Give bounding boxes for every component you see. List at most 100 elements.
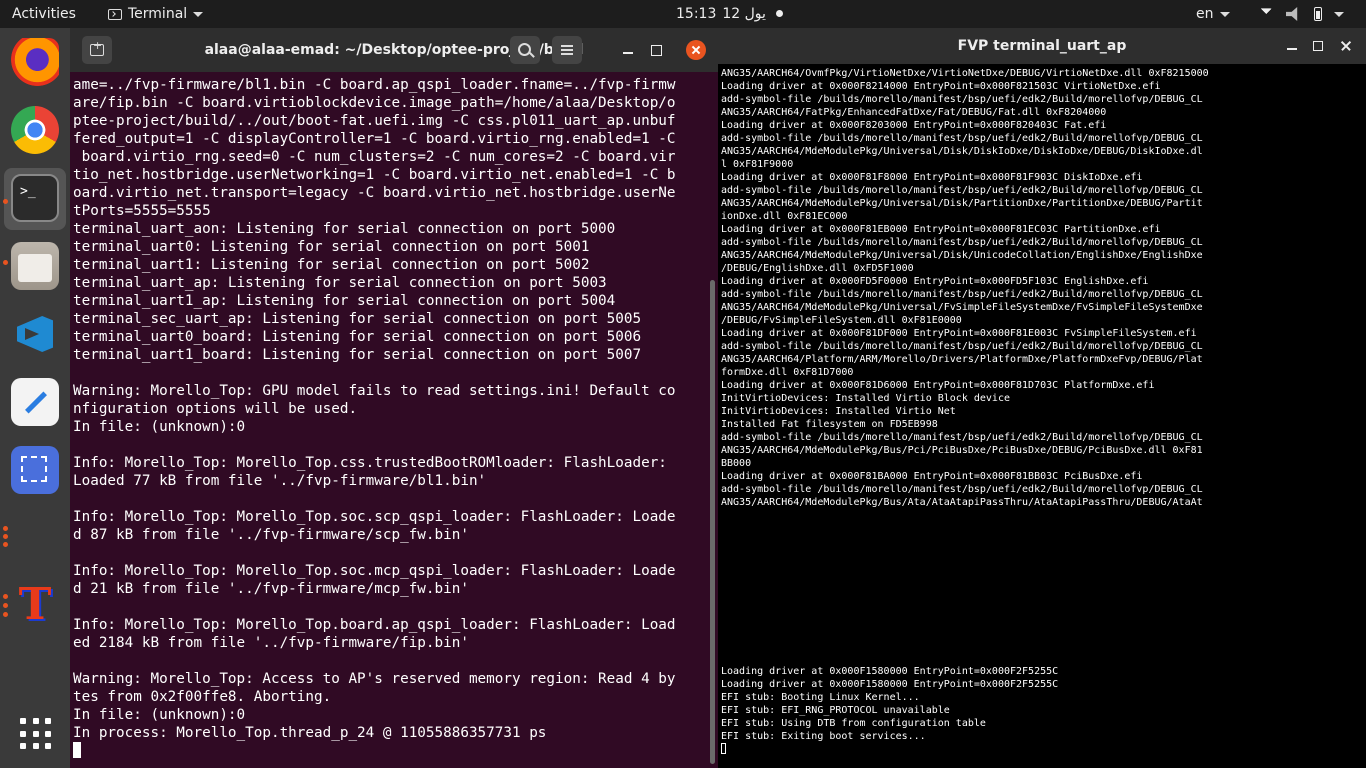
output-line: ANG35/AARCH64/FatPkg/EnhancedFatDxe/Fat/… [721,107,1107,118]
firefox-icon[interactable] [11,38,59,86]
output-line: Info: Morello_Top: Morello_Top.soc.mcp_q… [73,563,676,579]
minimize-button[interactable] [618,40,638,60]
text-editor-icon[interactable] [11,378,59,426]
search-button[interactable] [510,36,540,64]
running-indicator [3,534,8,539]
fvp-minimize-button[interactable] [1282,36,1302,56]
output-line: oard.virtio_net.transport=legacy -C boar… [73,185,676,201]
screenshot-icon[interactable] [11,446,59,494]
running-indicator [3,612,8,617]
output-line: Loading driver at 0x000F8203000 EntryPoi… [721,120,1107,131]
output-line: add-symbol-file /builds/morello/manifest… [721,94,1203,105]
text-cursor [73,742,81,758]
output-line: add-symbol-file /builds/morello/manifest… [721,237,1203,248]
chevron-down-icon [193,11,204,17]
output-line: Info: Morello_Top: Morello_Top.css.trust… [73,455,667,471]
terminal-glyph: >_ [20,184,36,199]
output-line: tPorts=5555=5555 [73,203,211,219]
output-line: formDxe.dll 0xF81D7000 [721,367,854,378]
output-line: In file: (unknown):0 [73,707,246,723]
output-line: add-symbol-file /builds/morello/manifest… [721,341,1203,352]
dock: >_ T [0,28,70,768]
output-line: Loading driver at 0x000F8214000 EntryPoi… [721,81,1161,92]
output-line: terminal_uart0: Listening for serial con… [73,239,590,255]
running-indicator [3,260,8,265]
output-line: add-symbol-file /builds/morello/manifest… [721,133,1203,144]
output-line: Loading driver at 0x000F81BA000 EntryPoi… [721,471,1143,482]
chrome-icon[interactable] [11,106,59,154]
chevron-down-icon [1334,11,1344,17]
output-line: terminal_uart1: Listening for serial con… [73,257,590,273]
terminal-output[interactable]: ame=../fvp-firmware/bl1.bin -C board.ap_… [73,76,705,766]
running-indicator [3,542,8,547]
app-menu-button[interactable]: Terminal [108,0,204,28]
output-line: Loading driver at 0x000F81EB000 EntryPoi… [721,224,1161,235]
terminal-header-bar[interactable]: alaa@alaa-emad: ~/Desktop/optee-project/… [70,28,718,72]
fvp-title: FVP terminal_uart_ap [957,38,1127,54]
output-line: d 87 kB from file '../fvp-firmware/scp_f… [73,527,469,543]
texmaker-icon[interactable]: T [11,581,59,629]
volume-muted-icon [1286,7,1298,21]
output-line: Warning: Morello_Top: Access to AP's res… [73,671,676,687]
output-line: Loading driver at 0x000F81DF000 EntryPoi… [721,328,1197,339]
output-line: BB000 [721,458,752,469]
text-cursor [721,743,726,754]
clock-time: 15:13 [676,6,717,22]
close-button[interactable] [686,40,706,60]
output-line: Warning: Morello_Top: GPU model fails to… [73,383,676,399]
output-line: /DEBUG/FvSimpleFileSystem.dll 0xF81E0000 [721,315,962,326]
app-menu-label: Terminal [128,6,188,22]
output-line: /DEBUG/EnglishDxe.dll 0xFD5F1000 [721,263,914,274]
fvp-terminal-window[interactable]: FVP terminal_uart_ap ANG35/AARCH64/OvmfP… [718,28,1366,768]
output-line: ANG35/AARCH64/MdeModulePkg/Universal/FvS… [721,302,1203,313]
output-line: Installed Fat filesystem on FD5EB998 [721,419,938,430]
output-line: ANG35/AARCH64/MdeModulePkg/Universal/Dis… [721,146,1203,157]
fvp-output-bottom[interactable]: Loading driver at 0x000F1580000 EntryPoi… [721,665,1365,756]
wifi-icon [1258,8,1274,21]
clock-button[interactable]: 15:13 يول 12 [676,0,766,28]
output-line: board.virtio_rng.seed=0 -C num_clusters=… [73,149,676,165]
output-line: EFI stub: EFI_RNG_PROTOCOL unavailable [721,705,950,716]
top-bar: Activities Terminal 15:13 يول 12 en [0,0,1366,28]
fvp-output-top[interactable]: ANG35/AARCH64/OvmfPkg/VirtioNetDxe/Virti… [721,67,1365,509]
vscode-icon[interactable] [11,310,59,358]
output-line: InitVirtioDevices: Installed Virtio Net [721,406,956,417]
activities-button[interactable]: Activities [12,0,76,28]
prompt-line [721,743,1365,756]
output-line: Loading driver at 0x000F1580000 EntryPoi… [721,666,1059,677]
fvp-maximize-button[interactable] [1308,36,1328,56]
output-line: add-symbol-file /builds/morello/manifest… [721,432,1203,443]
running-indicator [3,594,8,599]
output-line: d 21 kB from file '../fvp-firmware/mcp_f… [73,581,469,597]
output-line: ANG35/AARCH64/MdeModulePkg/Bus/Pci/PciBu… [721,445,1203,456]
output-line: ed 2184 kB from file '../fvp-firmware/fi… [73,635,469,651]
output-line: ANG35/AARCH64/MdeModulePkg/Universal/Dis… [721,198,1203,209]
output-line: Info: Morello_Top: Morello_Top.soc.scp_q… [73,509,676,525]
notification-dot-icon [776,10,783,17]
system-tray[interactable] [1258,0,1344,28]
output-line: In file: (unknown):0 [73,419,246,435]
output-line: are/fip.bin -C board.virtioblockdevice.i… [73,95,676,111]
running-indicator [3,199,8,204]
files-icon[interactable] [11,242,59,290]
menu-button[interactable] [552,36,582,64]
terminal-scrollbar[interactable] [710,280,715,764]
terminal-icon[interactable]: >_ [11,174,59,222]
fvp-close-button[interactable] [1336,36,1356,56]
language-selector[interactable]: en [1196,0,1230,28]
running-indicator [3,526,8,531]
maximize-button[interactable] [646,40,666,60]
output-line: Loading driver at 0x000F1580000 EntryPoi… [721,679,1059,690]
battery-icon [1314,7,1322,21]
output-line: EFI stub: Exiting boot services... [721,731,926,742]
terminal-window[interactable]: alaa@alaa-emad: ~/Desktop/optee-project/… [70,28,718,768]
output-line: tio_net.hostbridge.userNetworking=1 -C b… [73,167,676,183]
prompt-line [73,742,705,760]
output-line: Loading driver at 0x000F81F8000 EntryPoi… [721,172,1143,183]
output-line: ame=../fvp-firmware/bl1.bin -C board.ap_… [73,77,676,93]
fvp-header-bar[interactable]: FVP terminal_uart_ap [718,28,1366,64]
show-applications-icon[interactable] [20,718,52,750]
output-line: add-symbol-file /builds/morello/manifest… [721,484,1203,495]
